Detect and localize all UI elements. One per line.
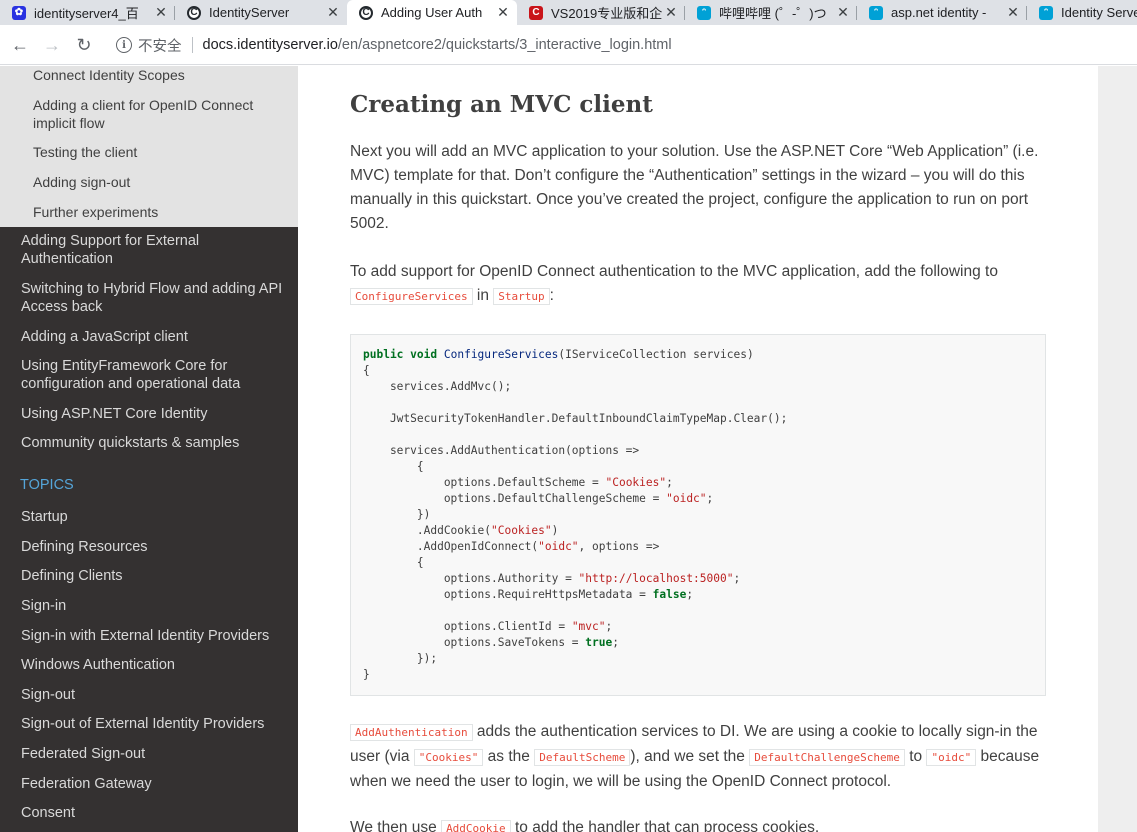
inline-code: DefaultChallengeScheme — [749, 749, 905, 766]
sidebar-item[interactable]: Adding Support for External Authenticati… — [21, 232, 286, 268]
sidebar-topic[interactable]: Consent — [21, 804, 286, 822]
paragraph-text: to add the handler that can process cook… — [514, 819, 820, 832]
docs-sidebar: Connect Identity Scopes Adding a client … — [0, 66, 298, 832]
tab-title: VS2019专业版和企 — [551, 6, 663, 21]
sidebar-subitem[interactable]: Connect Identity Scopes — [33, 66, 283, 84]
bilibili-icon: ᵔ — [697, 5, 711, 20]
paragraph-text: in — [476, 287, 489, 304]
sidebar-topic[interactable]: Sign-in with External Identity Providers — [21, 627, 286, 645]
paragraph: To add support for OpenID Connect authen… — [350, 260, 1046, 309]
inline-code: AddAuthentication — [350, 724, 473, 741]
sidebar-topic[interactable]: Federation Gateway — [21, 775, 286, 793]
paragraph-text: We then use — [350, 819, 437, 832]
page-heading: Creating an MVC client — [350, 91, 653, 118]
main-content: Creating an MVC client Next you will add… — [298, 66, 1098, 832]
reload-icon[interactable]: ↻ — [72, 33, 96, 57]
sidebar-item[interactable]: Using ASP.NET Core Identity — [21, 405, 286, 423]
sidebar-caption-topics: TOPICS — [20, 477, 74, 493]
bilibili-icon: ᵔ — [869, 5, 883, 20]
browser-toolbar: ← → ↻ i 不安全 docs.identityserver.io/en/as… — [0, 25, 1137, 65]
browser-tab[interactable]: C VS2019专业版和企 ✕ — [517, 0, 685, 25]
github-icon: C — [359, 5, 373, 20]
sidebar-item[interactable]: Community quickstarts & samples — [21, 434, 286, 452]
sidebar-topic[interactable]: Federated Sign-out — [21, 745, 286, 763]
inline-code: "oidc" — [926, 749, 977, 766]
tab-title: 哔哩哔哩 (゜-゜)つ — [719, 6, 827, 21]
tab-strip: ✿ identityserver4_百 ✕ C IdentityServer ✕… — [0, 0, 1137, 25]
sidebar-topic[interactable]: Windows Authentication — [21, 656, 286, 674]
paragraph-text: as the — [487, 748, 530, 765]
browser-tab[interactable]: ᵔ Identity Server — [1027, 0, 1137, 25]
address-bar[interactable]: i 不安全 docs.identityserver.io/en/aspnetco… — [108, 31, 1137, 59]
paragraph-text: ), and we set the — [630, 748, 745, 765]
browser-tab[interactable]: ᵔ asp.net identity - ✕ — [857, 0, 1027, 25]
sidebar-topic[interactable]: Sign-out of External Identity Providers — [21, 715, 286, 733]
inline-code: AddCookie — [441, 820, 511, 832]
paragraph-text: To add support for OpenID Connect authen… — [350, 263, 998, 280]
paragraph: We then use AddCookie to add the handler… — [350, 816, 1046, 832]
tab-title: identityserver4_百 — [34, 6, 139, 21]
code-text: public void ConfigureServices(IServiceCo… — [363, 348, 788, 681]
browser-tab[interactable]: ᵔ 哔哩哔哩 (゜-゜)つ ✕ — [685, 0, 857, 25]
url-host: docs.identityserver.io — [202, 37, 338, 53]
browser-tab-active[interactable]: C Adding User Auth ✕ — [347, 0, 517, 25]
paragraph: AddAuthentication adds the authenticatio… — [350, 720, 1046, 794]
inline-code: DefaultScheme — [534, 749, 631, 766]
close-icon[interactable]: ✕ — [1005, 4, 1021, 21]
sidebar-item[interactable]: Switching to Hybrid Flow and adding API … — [21, 280, 286, 316]
url-path: /en/aspnetcore2/quickstarts/3_interactiv… — [337, 37, 672, 53]
github-icon: C — [187, 5, 201, 20]
not-secure-label[interactable]: 不安全 — [138, 35, 182, 56]
sidebar-item[interactable]: Using EntityFramework Core for configura… — [21, 357, 286, 393]
browser-tab[interactable]: ✿ identityserver4_百 ✕ — [0, 0, 175, 25]
tab-title: Identity Server — [1061, 5, 1137, 20]
sidebar-subitem[interactable]: Testing the client — [33, 143, 283, 161]
sidebar-topic[interactable]: Sign-out — [21, 686, 286, 704]
paragraph-text: to — [909, 748, 923, 765]
paragraph: Next you will add an MVC application to … — [350, 143, 1039, 232]
inline-code: Startup — [493, 288, 550, 305]
close-icon[interactable]: ✕ — [495, 4, 511, 21]
code-block: public void ConfigureServices(IServiceCo… — [350, 334, 1046, 696]
close-icon[interactable]: ✕ — [835, 4, 851, 21]
sidebar-topic[interactable]: Defining Resources — [21, 538, 286, 556]
tab-title: asp.net identity - — [891, 5, 987, 20]
sidebar-subitem[interactable]: Adding sign-out — [33, 173, 283, 191]
sidebar-subsection: Connect Identity Scopes Adding a client … — [0, 66, 298, 227]
right-gutter — [1098, 66, 1137, 832]
back-icon[interactable]: ← — [8, 33, 32, 57]
inline-code: "Cookies" — [413, 749, 484, 766]
sidebar-topic[interactable]: Defining Clients — [21, 567, 286, 585]
sidebar-subitem[interactable]: Adding a client for OpenID Connect impli… — [33, 96, 283, 132]
sidebar-item[interactable]: Adding a JavaScript client — [21, 328, 286, 346]
browser-tab[interactable]: C IdentityServer ✕ — [175, 0, 347, 25]
forward-icon[interactable]: → — [40, 33, 64, 57]
info-icon[interactable]: i — [116, 37, 132, 53]
close-icon[interactable]: ✕ — [325, 4, 341, 21]
baidu-icon: ✿ — [12, 5, 26, 20]
paragraph-text: : — [549, 287, 554, 304]
close-icon[interactable]: ✕ — [663, 4, 679, 21]
tab-title: Adding User Auth — [381, 5, 483, 20]
bilibili-icon: ᵔ — [1039, 5, 1053, 20]
sidebar-topic[interactable]: Startup — [21, 508, 286, 526]
tab-title: IdentityServer — [209, 5, 290, 20]
sidebar-subitem[interactable]: Further experiments — [33, 203, 283, 221]
csdn-icon: C — [529, 5, 543, 20]
sidebar-topic[interactable]: Sign-in — [21, 597, 286, 615]
inline-code: ConfigureServices — [350, 288, 473, 305]
close-icon[interactable]: ✕ — [153, 4, 169, 21]
